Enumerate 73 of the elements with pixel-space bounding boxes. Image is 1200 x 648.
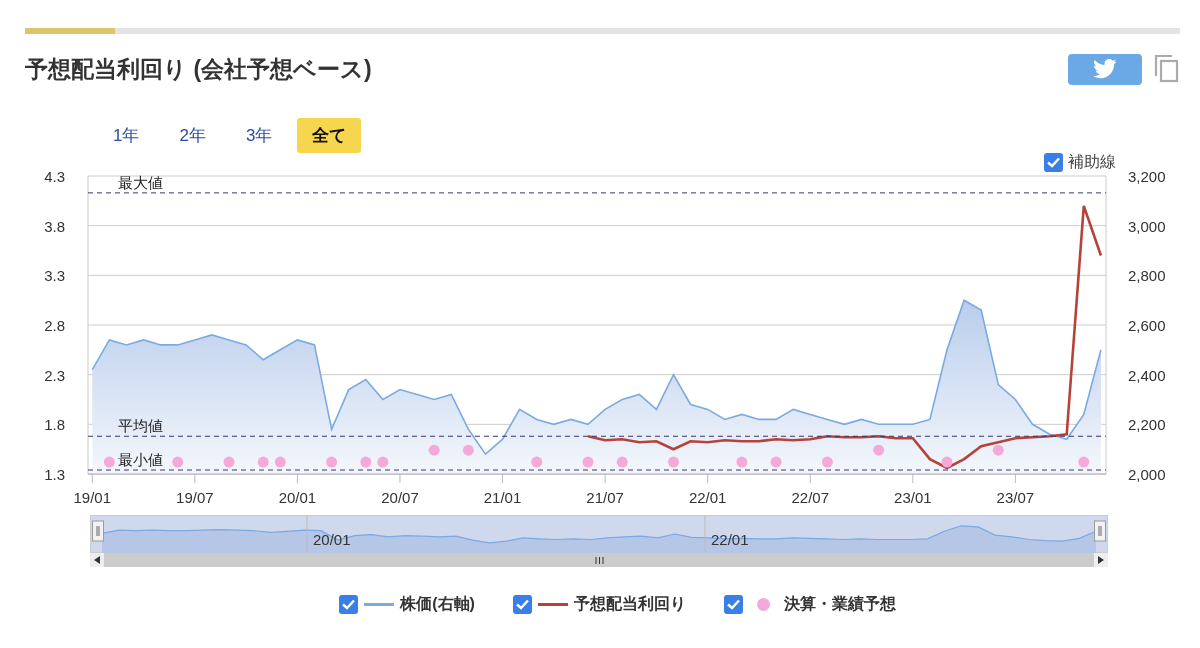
axis-label: 21/01 bbox=[483, 489, 522, 506]
handle-icon[interactable] bbox=[92, 520, 104, 542]
axis-label: 3.8 bbox=[44, 217, 65, 235]
axis-label: 22/07 bbox=[791, 489, 830, 506]
event-dot bbox=[360, 456, 372, 468]
event-dot bbox=[1078, 456, 1090, 468]
scroll-right-button[interactable] bbox=[1094, 553, 1108, 567]
axis-label: 2,200 bbox=[1128, 416, 1166, 434]
axis-label: 4.3 bbox=[44, 168, 65, 185]
event-dot bbox=[274, 456, 286, 468]
event-dot bbox=[462, 444, 474, 456]
event-dot bbox=[616, 456, 628, 468]
left-arrow-icon bbox=[94, 556, 100, 564]
axis-label: 3.3 bbox=[44, 267, 65, 285]
axis-label: 2,600 bbox=[1128, 317, 1166, 334]
event-dot bbox=[992, 444, 1004, 456]
range-tab[interactable]: 2年 bbox=[164, 118, 221, 153]
axis-label: 3,000 bbox=[1128, 217, 1166, 235]
axis-label: 20/07 bbox=[381, 489, 419, 506]
twitter-button[interactable] bbox=[1068, 53, 1142, 85]
axis-label: 2.3 bbox=[44, 366, 65, 384]
copy-icon[interactable] bbox=[1154, 54, 1180, 84]
checkbox[interactable] bbox=[1044, 153, 1063, 172]
checkbox-label: 補助線 bbox=[1068, 152, 1116, 172]
axis-label: 2,800 bbox=[1128, 267, 1166, 285]
event-dot bbox=[531, 456, 543, 468]
event-dot bbox=[326, 456, 338, 468]
bird-icon bbox=[1092, 58, 1118, 80]
scrollbar-thumb[interactable] bbox=[104, 553, 1094, 567]
event-dot bbox=[223, 456, 235, 468]
guide-label: 最小値 bbox=[118, 451, 163, 469]
range-tab[interactable]: 3年 bbox=[230, 118, 288, 153]
handle-icon[interactable] bbox=[1094, 520, 1106, 542]
navigator-label: 22/01 bbox=[711, 531, 749, 548]
axis-label: 2,400 bbox=[1128, 366, 1166, 384]
event-dot bbox=[377, 456, 389, 468]
axis-label: 23/01 bbox=[894, 489, 932, 506]
legend-label[interactable]: 株価(右軸) bbox=[400, 594, 475, 615]
event-dot bbox=[582, 456, 594, 468]
axis-label: 23/07 bbox=[996, 489, 1035, 506]
event-dot bbox=[428, 444, 440, 456]
legend-label[interactable]: 予想配当利回り bbox=[573, 594, 686, 615]
axis-label: 21/07 bbox=[586, 489, 624, 506]
event-dot bbox=[736, 456, 748, 468]
axis-label: 3,200 bbox=[1128, 168, 1166, 185]
event-dot bbox=[941, 456, 953, 468]
checkbox[interactable] bbox=[723, 595, 743, 614]
guide-label: 平均値 bbox=[118, 417, 163, 435]
range-tab[interactable]: 1年 bbox=[98, 118, 155, 153]
axis-label: 22/01 bbox=[688, 489, 727, 506]
legend-label[interactable]: 決算・業績予想 bbox=[783, 594, 896, 615]
event-dot bbox=[103, 456, 115, 468]
axis-label: 1.3 bbox=[44, 466, 65, 483]
right-arrow-icon bbox=[1098, 556, 1104, 564]
event-dot bbox=[257, 456, 269, 468]
event-dot bbox=[873, 444, 885, 456]
event-dot bbox=[770, 456, 782, 468]
axis-label: 2.8 bbox=[44, 317, 65, 334]
axis-label: 2,000 bbox=[1128, 466, 1166, 483]
event-dot bbox=[821, 456, 833, 468]
event-dot bbox=[668, 456, 679, 468]
range-tab[interactable]: 全て bbox=[297, 118, 362, 153]
guide-label: 最大値 bbox=[118, 173, 163, 191]
scroll-left-button[interactable] bbox=[90, 553, 104, 567]
checkbox[interactable] bbox=[512, 595, 532, 614]
axis-label: 20/01 bbox=[278, 489, 317, 506]
axis-label: 19/01 bbox=[73, 489, 112, 506]
axis-label: 1.8 bbox=[44, 416, 65, 434]
checkbox[interactable] bbox=[339, 595, 359, 614]
event-dot bbox=[172, 456, 184, 468]
navigator-label: 20/01 bbox=[313, 531, 351, 548]
axis-label: 19/07 bbox=[176, 489, 214, 506]
chart-title: 予想配当利回り (会社予想ベース) bbox=[25, 54, 373, 84]
